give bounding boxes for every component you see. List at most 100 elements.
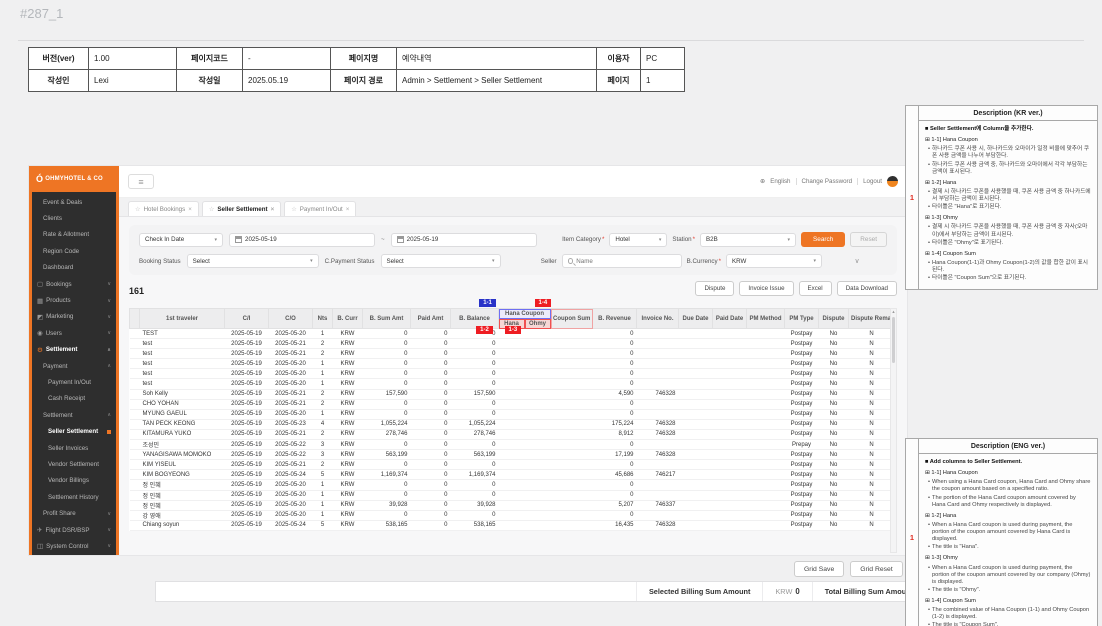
sidebar-item-vendor-billings[interactable]: Vendor Billings <box>32 473 116 489</box>
seller-input[interactable] <box>576 258 675 265</box>
table-row[interactable]: Soh Kelly2025-05-192025-05-212KRW157,590… <box>130 389 898 399</box>
app-logo[interactable]: Ó OHMYHOTEL & CO <box>32 166 116 192</box>
b-currency-select[interactable]: KRW ▾ <box>726 254 822 268</box>
column-header-invoice[interactable]: Invoice No. <box>637 309 679 329</box>
data-download-button[interactable]: Data Download <box>837 281 897 296</box>
table-row[interactable]: 강 영애2025-05-192025-05-201KRW0000PostpayN… <box>130 510 898 520</box>
table-row[interactable]: 정 인혜2025-05-192025-05-201KRW0000PostpayN… <box>130 490 898 500</box>
sidebar-item-settlement[interactable]: Settlement∧ <box>32 407 116 423</box>
table-row[interactable]: CHO YOHAN2025-05-192025-05-212KRW0000Pos… <box>130 399 898 409</box>
close-icon[interactable]: × <box>346 206 350 213</box>
sidebar-item-settlement-history[interactable]: Settlement History <box>32 489 116 505</box>
cell-sel <box>130 409 140 419</box>
table-row[interactable]: 조성민2025-05-192025-05-223KRW0000PrepayNoN… <box>130 440 898 450</box>
sidebar-item-seller-invoices[interactable]: Seller Invoices <box>32 440 116 456</box>
sidebar-item-flight-dsr-bsp[interactable]: ✈Flight DSR/BSP∨ <box>32 522 116 538</box>
dispute-button[interactable]: Dispute <box>695 281 734 296</box>
column-header-paid[interactable]: Paid Amt <box>411 309 451 329</box>
table-row[interactable]: KITAMURA YUKO2025-05-192025-05-212KRW278… <box>130 429 898 439</box>
tab-hotel-bookings[interactable]: ☆Hotel Bookings× <box>128 201 199 216</box>
sidebar-item-clients[interactable]: Clients <box>32 210 116 226</box>
sidebar-item-vendor-settlement[interactable]: Vendor Settlement <box>32 456 116 472</box>
c-payment-status-select[interactable]: Select ▾ <box>381 254 501 268</box>
column-header-co[interactable]: C/O <box>269 309 313 329</box>
table-row[interactable]: 정 인혜2025-05-192025-05-201KRW0000PostpayN… <box>130 480 898 490</box>
cell-curr: KRW <box>333 470 363 480</box>
date-from-input[interactable]: 2025-05-19 <box>229 233 375 247</box>
bullet-icon: • <box>928 204 930 211</box>
column-header-curr[interactable]: B. Curr <box>333 309 363 329</box>
column-header-sel[interactable] <box>130 309 140 329</box>
close-icon[interactable]: × <box>271 206 275 213</box>
table-row[interactable]: KIM YISEUL2025-05-192025-05-212KRW0000Po… <box>130 460 898 470</box>
menu-toggle-button[interactable]: ≡ <box>128 174 154 189</box>
collapse-filters-button[interactable]: ∨ <box>827 257 887 265</box>
grid-buttons: Grid Save Grid Reset <box>794 561 903 577</box>
column-header-pm_type[interactable]: PM Type <box>785 309 819 329</box>
table-row[interactable]: MYUNG GAEUL2025-05-192025-05-201KRW0000P… <box>130 409 898 419</box>
sidebar-item-rate-allotment[interactable]: Rate & Allotment <box>32 227 116 243</box>
user-avatar[interactable] <box>887 176 898 187</box>
table-row[interactable]: Chiang soyun2025-05-192025-05-245KRW538,… <box>130 520 898 530</box>
sidebar-item-payment-in-out[interactable]: Payment In/Out <box>32 374 116 390</box>
reset-button[interactable]: Reset <box>850 232 887 247</box>
vertical-scrollbar[interactable]: ▲ <box>890 308 897 553</box>
close-icon[interactable]: × <box>188 206 192 213</box>
excel-button[interactable]: Excel <box>799 281 832 296</box>
item-category-select[interactable]: Hotel ▾ <box>609 233 667 247</box>
tab-payment-in-out[interactable]: ☆Payment In/Out× <box>284 201 356 216</box>
date-to-input[interactable]: 2025-05-19 <box>391 233 537 247</box>
table-row[interactable]: test2025-05-192025-05-212KRW0000PostpayN… <box>130 339 898 349</box>
scrollbar-thumb[interactable] <box>892 317 895 363</box>
column-header-revenue[interactable]: B. Revenue <box>593 309 637 329</box>
scroll-up-arrow[interactable]: ▲ <box>891 309 896 314</box>
sidebar-item-marketing[interactable]: ◩Marketing∨ <box>32 309 116 325</box>
sidebar-item-seller-settlement[interactable]: Seller Settlement <box>32 423 116 439</box>
station-select[interactable]: B2B ▾ <box>700 233 796 247</box>
booking-status-select[interactable]: Select ▾ <box>187 254 319 268</box>
seller-search-input[interactable] <box>562 254 682 268</box>
sidebar-item-payment[interactable]: Payment∧ <box>32 358 116 374</box>
sidebar-item-event-deals[interactable]: Event & Deals <box>32 194 116 210</box>
column-header-nts[interactable]: Nts <box>313 309 333 329</box>
sidebar-item-products[interactable]: ▦Products∨ <box>32 292 116 308</box>
column-header-remark[interactable]: Dispute Remark <box>849 309 895 329</box>
column-header-pm_method[interactable]: PM Method <box>747 309 785 329</box>
logout-link[interactable]: Logout <box>863 178 882 185</box>
column-group-hana-coupon[interactable]: Hana Coupon <box>499 309 551 319</box>
table-row[interactable]: test2025-05-192025-05-201KRW0000PostpayN… <box>130 379 898 389</box>
column-header-due[interactable]: Due Date <box>679 309 713 329</box>
sidebar-item-cash-receipt[interactable]: Cash Receipt <box>32 391 116 407</box>
column-header-traveler[interactable]: 1st traveler <box>140 309 225 329</box>
table-row[interactable]: test2025-05-192025-05-212KRW0000PostpayN… <box>130 349 898 359</box>
table-row[interactable]: YANAGISAWA MOMOKO2025-05-192025-05-223KR… <box>130 450 898 460</box>
table-row[interactable]: 정 인혜2025-05-192025-05-201KRW39,928039,92… <box>130 500 898 510</box>
column-header-dispute[interactable]: Dispute <box>819 309 849 329</box>
sidebar-item-region-code[interactable]: Region Code <box>32 243 116 259</box>
tab-seller-settlement[interactable]: ☆Seller Settlement× <box>202 201 281 216</box>
table-row[interactable]: test2025-05-192025-05-201KRW0000PostpayN… <box>130 359 898 369</box>
sidebar-item-system-control[interactable]: ◫System Control∨ <box>32 538 116 554</box>
table-row[interactable]: KIM BOGYEONG2025-05-192025-05-245KRW1,16… <box>130 470 898 480</box>
column-header-paid_date[interactable]: Paid Date <box>713 309 747 329</box>
date-type-select[interactable]: Check In Date ▾ <box>139 233 223 247</box>
bullet-text: 결제 시 하나카드 쿠폰을 사용했을 때, 쿠폰 사용 금액 중 하나카드에서 … <box>932 189 1091 203</box>
sidebar-item-dashboard[interactable]: Dashboard <box>32 260 116 276</box>
table-row[interactable]: test2025-05-192025-05-201KRW0000PostpayN… <box>130 369 898 379</box>
grid-save-button[interactable]: Grid Save <box>794 561 844 577</box>
grid-reset-button[interactable]: Grid Reset <box>850 561 902 577</box>
search-button[interactable]: Search <box>801 232 845 247</box>
sidebar-item-settlement[interactable]: ⚙Settlement∧ <box>32 342 116 358</box>
column-header-ci[interactable]: C/I <box>225 309 269 329</box>
column-header-sum[interactable]: B. Sum Amt <box>363 309 411 329</box>
language-selector[interactable]: English <box>770 178 790 185</box>
sidebar-item-bookings[interactable]: ▢Bookings∨ <box>32 276 116 292</box>
invoice-issue-button[interactable]: Invoice Issue <box>739 281 793 296</box>
cell-co: 2025-05-24 <box>269 520 313 530</box>
column-header-ohmy[interactable]: Ohmy <box>525 319 551 329</box>
sidebar-item-users[interactable]: ◉Users∨ <box>32 325 116 341</box>
table-row[interactable]: TAN PECK KEONG2025-05-192025-05-234KRW1,… <box>130 419 898 429</box>
sidebar-item-profit-share[interactable]: Profit Share∨ <box>32 505 116 521</box>
change-password-link[interactable]: Change Password <box>802 178 853 185</box>
column-header-coupon_sum[interactable]: Coupon Sum <box>551 309 593 329</box>
